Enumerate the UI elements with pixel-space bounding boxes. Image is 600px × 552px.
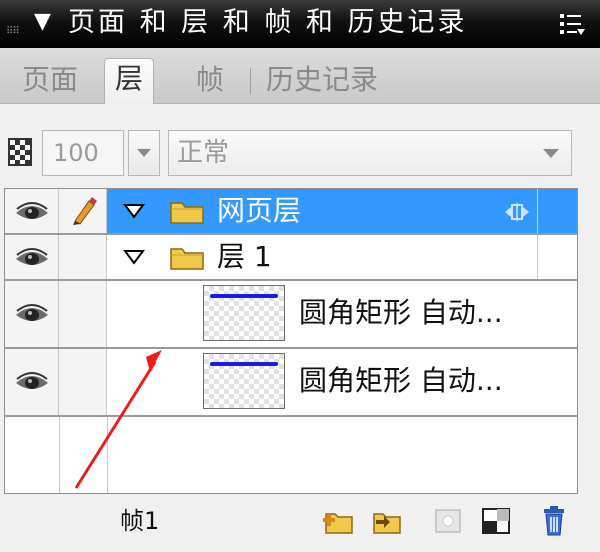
visibility-toggle[interactable] [5, 349, 59, 415]
column-divider [59, 417, 60, 493]
blend-mode-select[interactable]: 正常 [168, 130, 572, 176]
collapse-triangle-icon[interactable]: ▼ [34, 10, 51, 34]
object-thumbnail [203, 353, 285, 409]
options-menu-icon[interactable] [558, 10, 586, 38]
object-name: 圆角矩形 自动... [299, 296, 503, 329]
blend-mode-value: 正常 [177, 138, 230, 168]
eye-icon [16, 372, 48, 389]
tab-frames[interactable]: 帧 [196, 60, 224, 100]
drag-grip-icon[interactable]: ⠿⠿ [6, 26, 20, 37]
layer-row-layer-1[interactable]: 层 1 [5, 235, 577, 281]
layer-name: 网页层 [217, 194, 302, 227]
folder-icon [170, 248, 204, 270]
chevron-down-icon [137, 149, 151, 157]
expand-triangle-icon[interactable] [123, 203, 145, 219]
panel-title: 页面 和 层 和 帧 和 历史记录 [68, 7, 468, 38]
layer-list: 网页层 层 1 圆角矩形 自动... 圆角矩形 自动... [4, 188, 578, 494]
edit-lock-toggle[interactable] [59, 281, 107, 347]
opacity-input[interactable]: 100 [42, 130, 124, 176]
edit-lock-toggle[interactable] [59, 189, 107, 233]
tab-separator [250, 68, 251, 94]
layers-panel: 100 正常 网页层 层 1 圆角矩形 自动... 圆角矩形 自动... 帧1 [0, 104, 600, 552]
eye-icon [16, 202, 48, 219]
object-name: 圆角矩形 自动... [299, 364, 503, 397]
new-sublayer-icon[interactable] [370, 506, 402, 536]
effect-icon[interactable] [432, 506, 464, 536]
edit-lock-toggle[interactable] [59, 235, 107, 279]
chevron-down-icon [543, 149, 559, 158]
column-divider [537, 189, 538, 233]
folder-icon [170, 202, 204, 224]
tab-strip: 页面 层 帧 历史记录 [0, 48, 600, 105]
new-layer-icon[interactable] [322, 506, 354, 536]
panel-title-bar[interactable]: ⠿⠿ ▼ 页面 和 层 和 帧 和 历史记录 [0, 0, 600, 48]
tab-pages[interactable]: 页面 [22, 60, 78, 100]
layer-row-web-layer[interactable]: 网页层 [5, 189, 577, 235]
frame-label: 帧1 [120, 507, 160, 535]
expand-triangle-icon[interactable] [123, 249, 145, 265]
layer-name: 层 1 [217, 240, 272, 273]
opacity-checker-icon [8, 138, 32, 166]
pencil-icon [73, 197, 97, 225]
tab-history[interactable]: 历史记录 [266, 60, 378, 100]
mask-icon[interactable] [480, 506, 512, 536]
trash-icon[interactable] [538, 506, 570, 536]
visibility-toggle[interactable] [5, 235, 59, 279]
column-divider [537, 235, 538, 279]
visibility-toggle[interactable] [5, 189, 59, 233]
opacity-dropdown-button[interactable] [128, 130, 160, 176]
eye-icon [16, 304, 48, 321]
edit-lock-toggle[interactable] [59, 349, 107, 415]
object-row-2[interactable]: 圆角矩形 自动... [5, 349, 577, 417]
object-row-1[interactable]: 圆角矩形 自动... [5, 281, 577, 349]
visibility-toggle[interactable] [5, 281, 59, 347]
web-layer-icon [505, 203, 529, 221]
layer-name-cell[interactable]: 网页层 [107, 189, 577, 233]
object-thumbnail [203, 285, 285, 341]
layer-toolbar: 帧1 [0, 494, 600, 552]
layer-controls: 100 正常 [0, 126, 600, 178]
eye-icon [16, 248, 48, 265]
tab-layers[interactable]: 层 [104, 58, 155, 105]
column-divider [107, 417, 108, 493]
